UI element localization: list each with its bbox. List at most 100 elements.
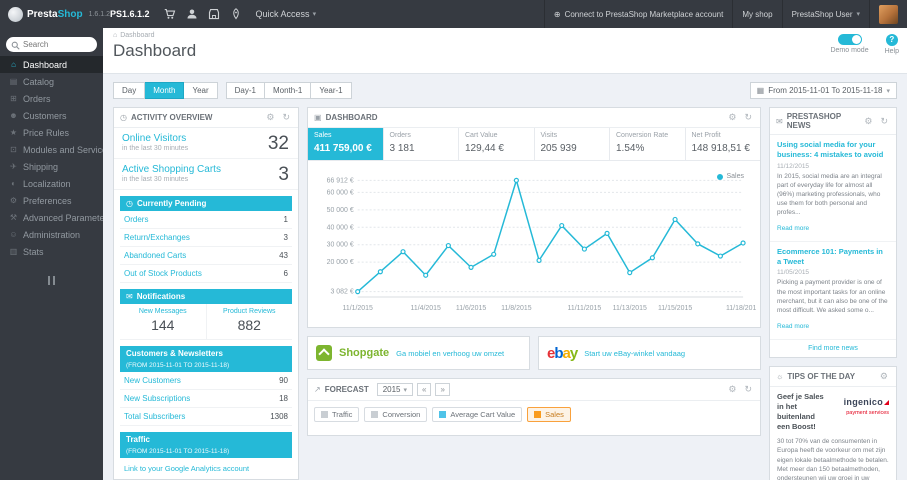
lightbulb-icon: ☼ — [776, 371, 784, 381]
gear-icon[interactable]: ⚙ — [862, 116, 874, 127]
sliders-icon: ⚙ — [9, 196, 18, 205]
shopgate-promo-link[interactable]: Ga mobiel en verhoog uw omzet — [396, 349, 504, 358]
sidebar-item-catalog[interactable]: ▤ Catalog — [0, 73, 103, 90]
period-year-1-button[interactable]: Year-1 — [311, 82, 352, 99]
period-month-1-button[interactable]: Month-1 — [264, 82, 312, 99]
refresh-icon[interactable]: ↻ — [742, 384, 754, 395]
sidebar-item-localization[interactable]: ◐ Localization — [0, 175, 103, 192]
read-more-link[interactable]: Read more — [777, 225, 809, 232]
new-customers-row[interactable]: New Customers 90 — [120, 372, 292, 390]
my-shop-link[interactable]: My shop — [732, 0, 781, 28]
home-icon: ⌂ — [113, 32, 118, 39]
avatar — [879, 4, 898, 24]
kpi-cart-value[interactable]: Cart Value 129,44 € — [459, 128, 535, 160]
shopgate-promo[interactable]: Shopgate Ga mobiel en verhoog uw omzet — [307, 336, 530, 370]
forecast-legend-traffic[interactable]: Traffic — [314, 407, 360, 422]
rocket-icon[interactable] — [226, 0, 246, 28]
forecast-legend: Traffic Conversion Average Cart Value Sa… — [308, 401, 760, 428]
svg-text:66 912 €: 66 912 € — [327, 177, 354, 184]
cart-icon[interactable] — [160, 0, 180, 28]
gear-icon[interactable]: ⚙ — [264, 112, 276, 123]
sidebar-item-stats[interactable]: ▥ Stats — [0, 243, 103, 260]
sidebar-item-price-rules[interactable]: ★ Price Rules — [0, 124, 103, 141]
period-year-button[interactable]: Year — [184, 82, 218, 99]
quick-access-menu[interactable]: Quick Access ▾ — [246, 9, 327, 19]
sidebar-item-shipping[interactable]: ✈ Shipping — [0, 158, 103, 175]
read-more-link[interactable]: Read more — [777, 323, 809, 330]
bar-chart-icon: ▥ — [9, 247, 18, 256]
kpi-row: Sales 411 759,00 € Orders 3 181 Cart Value… — [308, 128, 760, 161]
help-control: ? Help — [885, 34, 899, 55]
cart-icon: ⊞ — [10, 94, 17, 103]
forecast-legend-average-cart-value[interactable]: Average Cart Value — [432, 407, 523, 422]
period-toolbar: Day Month Year Day-1 Month-1 Year-1 ▦ Fr… — [113, 82, 897, 99]
period-button-group: Day Month Year — [113, 82, 218, 99]
period-month-button[interactable]: Month — [145, 82, 185, 99]
forecast-legend-sales[interactable]: Sales — [527, 407, 571, 422]
sidebar-item-customers[interactable]: ☻ Customers — [0, 107, 103, 124]
sidebar-item-modules[interactable]: ⊡ Modules and Services — [0, 141, 103, 158]
forecast-legend-conversion[interactable]: Conversion — [364, 407, 428, 422]
pending-returns-row[interactable]: Return/Exchanges 3 — [120, 229, 292, 247]
ebay-promo[interactable]: ebay Start uw eBay-winkel vandaag — [538, 336, 761, 370]
collapse-sidebar-button[interactable] — [0, 276, 103, 285]
sidebar-item-preferences[interactable]: ⚙ Preferences — [0, 192, 103, 209]
refresh-icon[interactable]: ↻ — [742, 112, 754, 123]
refresh-icon[interactable]: ↻ — [280, 112, 292, 123]
calendar-icon: ▦ — [756, 86, 765, 95]
activity-panel-title: ACTIVITY OVERVIEW — [130, 113, 213, 122]
date-range-picker[interactable]: ▦ From 2015-11-01 To 2015-11-18 ▾ — [749, 82, 897, 99]
gear-icon[interactable]: ⚙ — [726, 112, 738, 123]
kpi-visits[interactable]: Visits 205 939 — [535, 128, 610, 160]
news-article-excerpt: In 2015, social media are an integral pa… — [777, 172, 882, 216]
sidebar-item-orders[interactable]: ⊞ Orders — [0, 90, 103, 107]
sidebar-item-advanced-parameters[interactable]: ⚒Advanced Parameters — [0, 209, 103, 226]
svg-text:11/8/2015: 11/8/2015 — [501, 305, 532, 312]
previous-period-button-group: Day-1 Month-1 Year-1 — [225, 82, 352, 99]
news-article: Ecommerce 101: Payments in a Tweet 11/05… — [770, 242, 896, 340]
next-year-button[interactable]: » — [435, 383, 450, 396]
news-article-title-link[interactable]: Using social media for your business: 4 … — [777, 140, 889, 160]
user-avatar-wrap[interactable] — [869, 0, 907, 28]
new-messages-cell[interactable]: New Messages 144 — [120, 304, 206, 339]
news-article-title-link[interactable]: Ecommerce 101: Payments in a Tweet — [777, 247, 889, 267]
store-icon[interactable] — [204, 0, 224, 28]
google-analytics-link[interactable]: Link to your Google Analytics account — [114, 458, 298, 479]
kpi-conversion-rate[interactable]: Conversion Rate 1.54% — [610, 128, 686, 160]
customers-newsletters-header: Customers & Newsletters (FROM 2015-11-01 … — [120, 346, 292, 372]
active-carts-counter[interactable]: Active Shopping Carts in the last 30 min… — [114, 159, 298, 190]
news-article-date: 11/12/2015 — [777, 162, 810, 170]
collapse-sidebar-icon — [48, 276, 55, 285]
find-more-news-link[interactable]: Find more news — [770, 340, 896, 357]
search-icon — [11, 37, 20, 55]
product-reviews-cell[interactable]: Product Reviews 882 — [205, 304, 293, 339]
period-day-button[interactable]: Day — [113, 82, 146, 99]
kpi-net-profit[interactable]: Net Profit 148 918,51 € — [686, 128, 761, 160]
kpi-sales[interactable]: Sales 411 759,00 € — [308, 128, 384, 160]
out-of-stock-row[interactable]: Out of Stock Products 6 — [120, 265, 292, 283]
prestashop-logo-icon — [8, 6, 23, 22]
user-icon[interactable] — [182, 0, 202, 28]
user-menu[interactable]: PrestaShop User ▾ — [781, 0, 869, 28]
year-select[interactable]: 2015 ▾ — [376, 383, 414, 396]
help-icon[interactable]: ? — [885, 34, 898, 46]
new-subscriptions-row[interactable]: New Subscriptions 18 — [120, 390, 292, 408]
sidebar-item-administration[interactable]: ☺ Administration — [0, 226, 103, 243]
sales-series-dot — [717, 173, 724, 180]
gear-icon[interactable]: ⚙ — [878, 371, 890, 382]
abandoned-carts-row[interactable]: Abandoned Carts 43 — [120, 247, 292, 265]
total-subscribers-row[interactable]: Total Subscribers 1308 — [120, 408, 292, 426]
marketplace-link[interactable]: ⊕ Connect to PrestaShop Marketplace accou… — [543, 0, 732, 28]
prestashop-logo[interactable]: PrestaShop 1.6.1.2 — [0, 6, 110, 22]
sidebar-item-dashboard[interactable]: ⌂ Dashboard — [0, 56, 103, 73]
pending-orders-row[interactable]: Orders 1 — [120, 211, 292, 229]
previous-year-button[interactable]: « — [417, 383, 432, 396]
period-day-1-button[interactable]: Day-1 — [225, 82, 265, 99]
demo-mode-toggle[interactable] — [837, 34, 862, 45]
news-article: Using social media for your business: 4 … — [770, 135, 896, 242]
refresh-icon[interactable]: ↻ — [878, 116, 890, 127]
kpi-orders[interactable]: Orders 3 181 — [384, 128, 459, 160]
gear-icon[interactable]: ⚙ — [726, 384, 738, 395]
online-visitors-counter[interactable]: Online Visitors in the last 30 minutes 3… — [114, 128, 298, 159]
ebay-promo-link[interactable]: Start uw eBay-winkel vandaag — [584, 349, 685, 358]
